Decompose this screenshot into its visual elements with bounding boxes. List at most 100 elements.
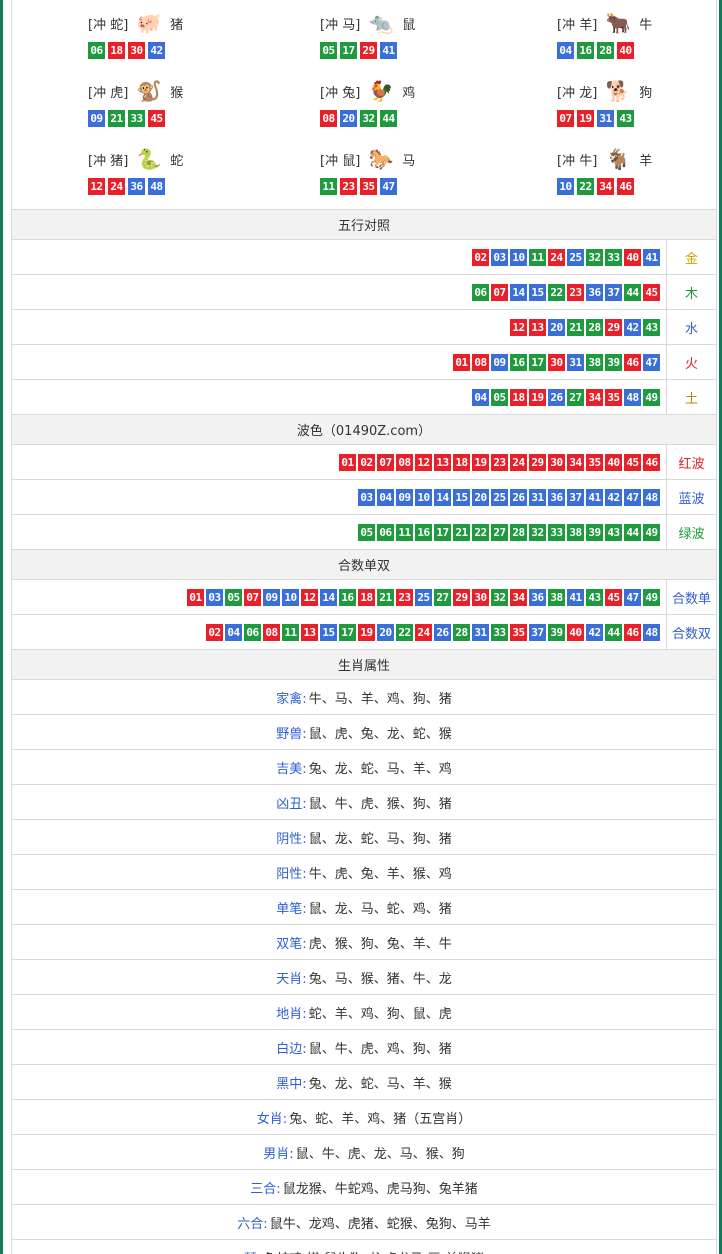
wuxing-row: 土 04 05 18 19 26 27 34 35 48 49 bbox=[11, 380, 717, 415]
number-ball: 01 bbox=[453, 353, 470, 371]
number-ball: 06 bbox=[377, 523, 394, 541]
attribute-row: 阴性: 鼠、龙、蛇、马、狗、猪 bbox=[11, 820, 717, 855]
number-ball: 13 bbox=[529, 318, 546, 336]
number-ball: 20 bbox=[548, 318, 565, 336]
wuxing-row-numbers: 12 13 20 21 28 29 42 43 bbox=[12, 310, 666, 344]
zodiac-name: 鸡 bbox=[402, 85, 416, 101]
attribute-row: 白边: 鼠、牛、虎、鸡、狗、猪 bbox=[11, 1030, 717, 1065]
number-ball: 23 bbox=[567, 283, 584, 301]
attribute-value: 兔蛇鸡 棋:鼠牛狗 书:虎龙马 画:羊猴猪 bbox=[263, 1248, 484, 1254]
number-ball: 19 bbox=[358, 623, 375, 641]
number-ball: 29 bbox=[529, 453, 546, 471]
rooster-icon: 🐓 bbox=[368, 79, 394, 103]
zodiac-numbers: 12 24 36 48 bbox=[88, 178, 165, 195]
zodiac-cell: [冲 马] 🐀 鼠 05 17 29 41 bbox=[320, 0, 520, 64]
number-ball: 32 bbox=[360, 110, 377, 127]
number-ball: 41 bbox=[380, 42, 397, 59]
attribute-value: 鼠、牛、虎、猴、狗、猪 bbox=[308, 796, 452, 812]
number-ball: 46 bbox=[624, 353, 641, 371]
number-ball: 34 bbox=[586, 388, 603, 406]
number-ball: 49 bbox=[643, 388, 660, 406]
number-ball: 20 bbox=[472, 488, 489, 506]
zodiac-numbers: 09 21 33 45 bbox=[88, 110, 165, 127]
number-ball: 35 bbox=[586, 453, 603, 471]
attribute-key: 琴: bbox=[244, 1248, 261, 1254]
bose-row-numbers: 01 02 07 08 12 13 18 19 23 24 29 30 34 35 40 45 46 bbox=[12, 445, 666, 479]
number-ball: 31 bbox=[529, 488, 546, 506]
zodiac-header: [冲 羊] 🐂 牛 bbox=[557, 10, 652, 36]
number-ball: 46 bbox=[617, 178, 634, 195]
number-ball: 27 bbox=[567, 388, 584, 406]
number-ball: 24 bbox=[108, 178, 125, 195]
zodiac-name: 猴 bbox=[170, 85, 184, 101]
bose-table: 红波 01 02 07 08 12 13 18 19 23 24 29 30 34 35 40 45 46 蓝波 03… bbox=[11, 445, 717, 550]
zodiac-cell: [冲 猪] 🐍 蛇 12 24 36 48 bbox=[88, 136, 288, 200]
number-ball: 01 bbox=[339, 453, 356, 471]
number-ball: 24 bbox=[548, 248, 565, 266]
number-ball: 09 bbox=[396, 488, 413, 506]
number-ball: 25 bbox=[491, 488, 508, 506]
number-ball: 37 bbox=[605, 283, 622, 301]
number-ball: 23 bbox=[340, 178, 357, 195]
number-ball: 40 bbox=[567, 623, 584, 641]
horse-icon: 🐎 bbox=[368, 147, 394, 171]
number-ball: 08 bbox=[396, 453, 413, 471]
number-ball: 44 bbox=[624, 283, 641, 301]
number-ball: 06 bbox=[472, 283, 489, 301]
number-ball: 19 bbox=[472, 453, 489, 471]
number-ball: 24 bbox=[510, 453, 527, 471]
attribute-value: 鼠牛、龙鸡、虎猪、蛇猴、兔狗、马羊 bbox=[269, 1216, 491, 1232]
zodiac-header: [冲 龙] 🐕 狗 bbox=[557, 78, 652, 104]
number-ball: 08 bbox=[263, 623, 280, 641]
heshu-header: 合数单双 bbox=[11, 550, 717, 580]
number-ball: 39 bbox=[586, 523, 603, 541]
number-ball: 04 bbox=[377, 488, 394, 506]
number-ball: 12 bbox=[301, 588, 318, 606]
zodiac-numbers: 11 23 35 47 bbox=[320, 178, 397, 195]
number-ball: 01 bbox=[187, 588, 204, 606]
page-frame: [冲 羊] 🐂 牛 04 16 28 40 [冲 马] 🐀 鼠 05 17 29 41 [冲 蛇] 🐖 猪 06 1… bbox=[0, 0, 722, 1254]
number-ball: 15 bbox=[529, 283, 546, 301]
number-ball: 46 bbox=[643, 453, 660, 471]
heshu-row: 合数双 02 04 06 08 11 13 15 17 19 20 22 24 26 28 31 33 35 37 3… bbox=[11, 615, 717, 650]
number-ball: 44 bbox=[380, 110, 397, 127]
number-ball: 38 bbox=[548, 588, 565, 606]
number-ball: 26 bbox=[434, 623, 451, 641]
ox-icon: 🐂 bbox=[605, 11, 631, 35]
number-ball: 09 bbox=[491, 353, 508, 371]
number-ball: 40 bbox=[617, 42, 634, 59]
zodiac-name: 狗 bbox=[639, 85, 653, 101]
zodiac-header: [冲 猪] 🐍 蛇 bbox=[88, 146, 183, 172]
attribute-key: 双笔: bbox=[276, 936, 307, 952]
attribute-value: 虎、猴、狗、兔、羊、牛 bbox=[308, 936, 452, 952]
bose-row: 红波 01 02 07 08 12 13 18 19 23 24 29 30 34 35 40 45 46 bbox=[11, 445, 717, 480]
number-ball: 21 bbox=[567, 318, 584, 336]
ball-list: 12 13 20 21 28 29 42 43 bbox=[510, 318, 660, 336]
ball-list: 02 04 06 08 11 13 15 17 19 20 22 24 26 28 31 33 35 37 39 40… bbox=[206, 623, 660, 641]
number-ball: 49 bbox=[643, 523, 660, 541]
zodiac-cell: [冲 羊] 🐂 牛 04 16 28 40 bbox=[557, 0, 719, 64]
number-ball: 43 bbox=[643, 318, 660, 336]
number-ball: 17 bbox=[339, 623, 356, 641]
number-ball: 05 bbox=[225, 588, 242, 606]
number-ball: 46 bbox=[624, 623, 641, 641]
zodiac-grid: [冲 羊] 🐂 牛 04 16 28 40 [冲 马] 🐀 鼠 05 17 29 41 [冲 蛇] 🐖 猪 06 1… bbox=[11, 0, 717, 210]
attribute-row: 单笔: 鼠、龙、马、蛇、鸡、猪 bbox=[11, 890, 717, 925]
wuxing-row: 火 01 08 09 16 17 30 31 38 39 46 47 bbox=[11, 345, 717, 380]
attribute-value: 牛、虎、兔、羊、猴、鸡 bbox=[308, 866, 452, 882]
number-ball: 16 bbox=[415, 523, 432, 541]
number-ball: 04 bbox=[557, 42, 574, 59]
bose-row-numbers: 05 06 11 16 17 21 22 27 28 32 33 38 39 43 44 49 bbox=[12, 515, 666, 549]
ball-list: 04 05 18 19 26 27 34 35 48 49 bbox=[472, 388, 660, 406]
number-ball: 18 bbox=[108, 42, 125, 59]
number-ball: 07 bbox=[557, 110, 574, 127]
content-panel: [冲 羊] 🐂 牛 04 16 28 40 [冲 马] 🐀 鼠 05 17 29 41 [冲 蛇] 🐖 猪 06 1… bbox=[11, 0, 717, 1254]
number-ball: 36 bbox=[586, 283, 603, 301]
number-ball: 17 bbox=[340, 42, 357, 59]
number-ball: 35 bbox=[360, 178, 377, 195]
zodiac-cell: [冲 虎] 🐒 猴 09 21 33 45 bbox=[88, 68, 288, 132]
number-ball: 11 bbox=[529, 248, 546, 266]
number-ball: 02 bbox=[206, 623, 223, 641]
bose-row-numbers: 03 04 09 10 14 15 20 25 26 31 36 37 41 42 47 48 bbox=[12, 480, 666, 514]
bose-row: 绿波 05 06 11 16 17 21 22 27 28 32 33 38 39 43 44 49 bbox=[11, 515, 717, 550]
